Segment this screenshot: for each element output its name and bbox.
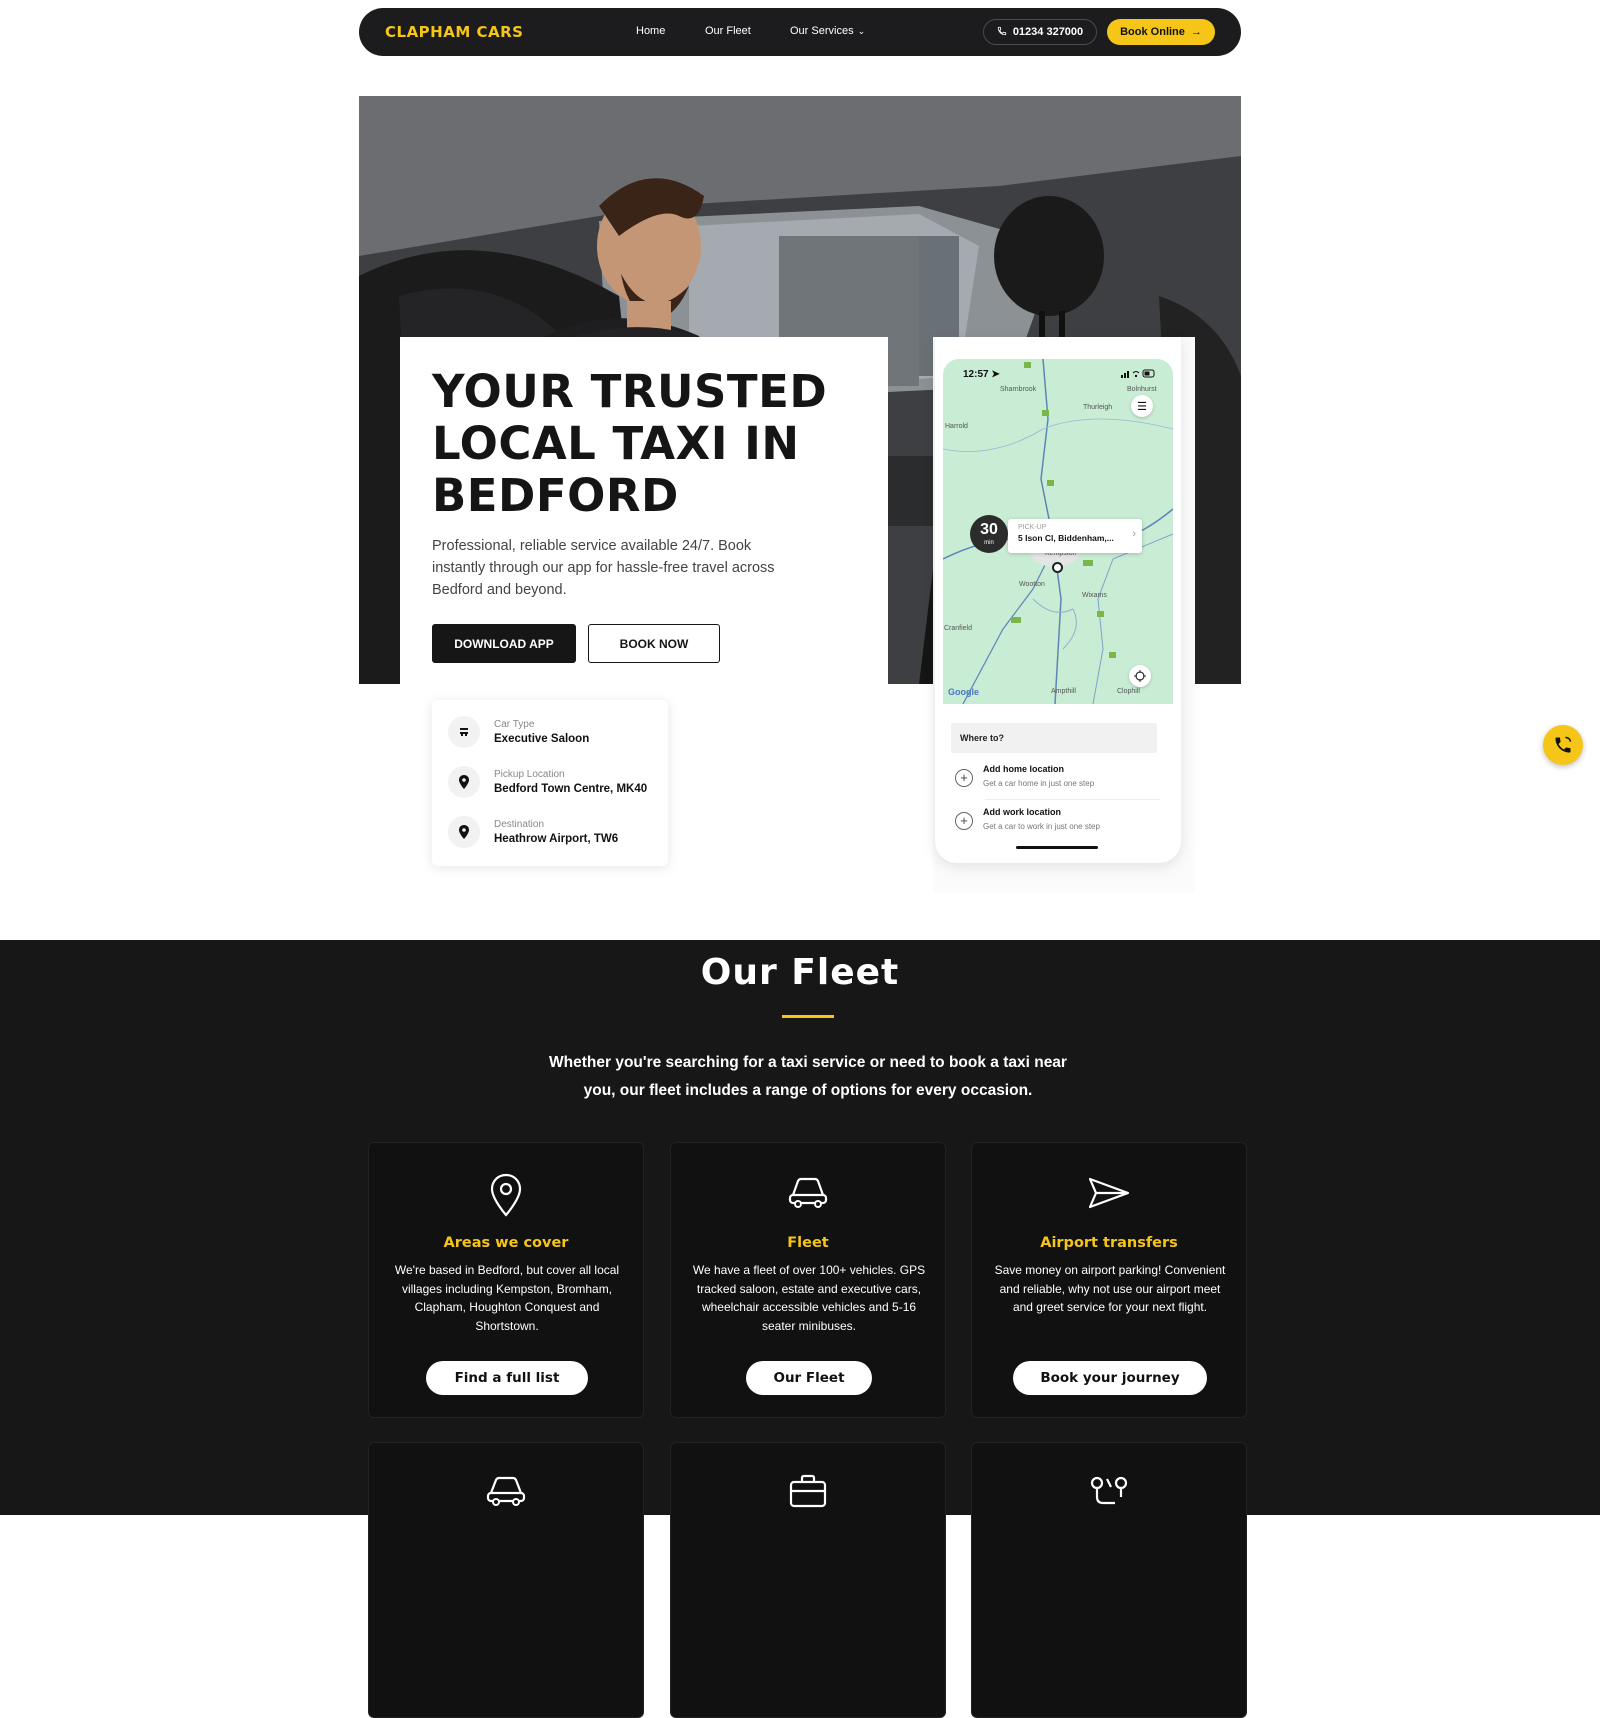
google-map-logo: Google (948, 687, 979, 697)
top-navbar: CLAPHAM CARS Home Our Fleet Our Services… (359, 8, 1241, 56)
location-arrow-icon: ➤ (991, 369, 1000, 380)
app-mockup: 12:57 ➤ Sharnbrook Bolnhurst Thurleigh H… (933, 337, 1195, 893)
card-title: Airport transfers (1040, 1235, 1178, 1251)
our-fleet-button[interactable]: Our Fleet (746, 1361, 872, 1395)
nav-link-our-fleet[interactable]: Our Fleet (705, 25, 751, 37)
card-text: We have a fleet of over 100+ vehicles. G… (692, 1263, 926, 1333)
journey-row-pickup: Pickup Location Bedford Town Centre, MK4… (448, 766, 647, 798)
arrow-right-icon: → (1190, 26, 1202, 38)
map-view[interactable]: 12:57 ➤ Sharnbrook Bolnhurst Thurleigh H… (943, 359, 1173, 704)
location-pin-icon (448, 766, 480, 798)
divider (985, 799, 1160, 800)
phone-number-button[interactable]: 01234 327000 (983, 19, 1097, 45)
map-label-sharnbrook: Sharnbrook (1000, 386, 1037, 393)
car-icon (448, 716, 480, 748)
location-pin-icon (448, 816, 480, 848)
pickup-pin-icon (1052, 562, 1063, 573)
title-underline (782, 1015, 834, 1018)
map-label-wootton: Wootton (1019, 581, 1045, 588)
add-home-location[interactable]: + Add home location Get a car home in ju… (955, 763, 1094, 790)
journey-summary-card: Car Type Executive Saloon Pickup Locatio… (432, 700, 668, 866)
card-text: We're based in Bedford, but cover all lo… (394, 1263, 620, 1333)
map-pin-icon (369, 1173, 643, 1217)
plus-circle-icon: + (955, 812, 973, 830)
card-text: Save money on airport parking! Convenien… (994, 1263, 1226, 1314)
destination-value: Heathrow Airport, TW6 (494, 832, 619, 845)
pickup-callout-label: PICK-UP (1018, 524, 1047, 531)
feature-card-fleet: Fleet We have a fleet of over 100+ vehic… (670, 1142, 946, 1418)
add-work-location-title: Add work location (983, 807, 1062, 817)
add-home-location-title: Add home location (983, 764, 1064, 774)
car-type-label: Car Type (494, 718, 535, 730)
eta-value: 30 (980, 521, 998, 538)
book-your-journey-button[interactable]: Book your journey (1013, 1361, 1207, 1395)
car-type-value: Executive Saloon (494, 732, 590, 745)
map-label-ampthill: Ampthill (1051, 688, 1076, 695)
logo[interactable]: CLAPHAM CARS (385, 23, 523, 41)
where-to-input[interactable] (951, 723, 1157, 753)
map-label-wixams: Wixams (1082, 592, 1107, 599)
nav-link-our-services[interactable]: Our Services ⌄ (790, 25, 865, 37)
feature-card-row2-2 (670, 1442, 946, 1718)
map-label-harrold: Harrold (945, 423, 968, 430)
briefcase-icon (671, 1473, 945, 1509)
paper-plane-icon (972, 1173, 1246, 1213)
nav-link-our-services-label: Our Services (790, 25, 854, 37)
destination-label: Destination (494, 818, 545, 830)
map-label-bolnhurst: Bolnhurst (1127, 386, 1157, 393)
status-bar-icons (1121, 369, 1155, 380)
route-icon (972, 1473, 1246, 1509)
book-now-button[interactable]: BOOK NOW (588, 624, 720, 663)
phone-screen: 12:57 ➤ Sharnbrook Bolnhurst Thurleigh H… (935, 337, 1181, 863)
phone-call-icon (1555, 736, 1572, 753)
nav-link-home[interactable]: Home (636, 25, 665, 37)
card-title: Fleet (787, 1235, 829, 1251)
recenter-location-icon[interactable] (1129, 665, 1151, 687)
map-label-clophill: Clophill (1117, 688, 1140, 695)
feature-card-areas: Areas we cover We're based in Bedford, b… (368, 1142, 644, 1418)
add-home-location-subtitle: Get a car home in just one step (983, 779, 1095, 788)
plus-circle-icon: + (955, 769, 973, 787)
hero-title: YOUR TRUSTED LOCAL TAXI IN BEDFORD (432, 365, 828, 522)
hero-description: Professional, reliable service available… (432, 538, 775, 598)
feature-card-row2-1 (368, 1442, 644, 1718)
home-indicator (1016, 846, 1098, 849)
journey-row-destination: Destination Heathrow Airport, TW6 (448, 816, 618, 848)
eta-badge: 30 min (970, 515, 1008, 553)
chevron-right-icon: › (1132, 528, 1136, 540)
pickup-callout[interactable]: PICK-UP 5 Ison Cl, Biddenham,... › (1008, 519, 1142, 553)
hamburger-menu-icon[interactable]: ☰ (1131, 395, 1153, 417)
find-full-list-button[interactable]: Find a full list (426, 1361, 588, 1395)
our-fleet-section: Our Fleet Whether you're searching for a… (0, 940, 1600, 1718)
map-label-thurleigh: Thurleigh (1083, 404, 1113, 411)
download-app-button[interactable]: DOWNLOAD APP (432, 624, 576, 663)
card-title: Areas we cover (443, 1235, 569, 1251)
feature-card-airport: Airport transfers Save money on airport … (971, 1142, 1247, 1418)
book-online-label: Book Online (1120, 26, 1185, 38)
floating-call-button[interactable] (1543, 725, 1583, 765)
pickup-callout-address: 5 Ison Cl, Biddenham,... (1018, 533, 1114, 543)
phone-number: 01234 327000 (1012, 26, 1084, 38)
feature-card-row2-3 (971, 1442, 1247, 1718)
chevron-down-icon: ⌄ (857, 26, 866, 36)
map-label-cranfield: Cranfield (944, 625, 973, 632)
status-bar-time: 12:57 ➤ (963, 369, 1000, 380)
section-intro: Whether you're searching for a taxi serv… (549, 1054, 1067, 1099)
section-title: Our Fleet (700, 952, 900, 993)
add-work-location-subtitle: Get a car to work in just one step (983, 822, 1100, 831)
book-online-button[interactable]: Book Online → (1107, 19, 1215, 45)
taxi-icon (369, 1473, 643, 1509)
eta-unit: min (984, 540, 994, 546)
phone-icon (997, 26, 1007, 39)
pickup-location-label: Pickup Location (494, 768, 565, 780)
car-icon (671, 1173, 945, 1211)
add-work-location[interactable]: + Add work location Get a car to work in… (955, 806, 1100, 833)
pickup-location-value: Bedford Town Centre, MK40 (494, 782, 648, 795)
status-bar-time-value: 12:57 (963, 369, 989, 380)
journey-row-car-type: Car Type Executive Saloon (448, 716, 589, 748)
